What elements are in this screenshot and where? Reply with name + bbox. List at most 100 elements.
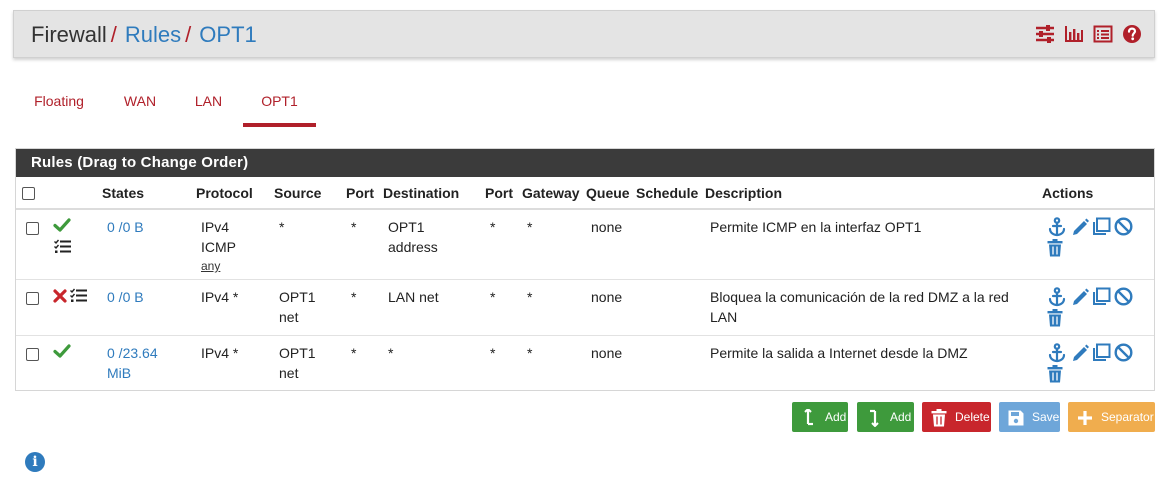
col-actions: Actions (1042, 185, 1094, 201)
protocol: IPv4 * (201, 345, 239, 361)
edit-pencil-icon[interactable] (1071, 217, 1089, 240)
trash-icon[interactable] (1047, 309, 1063, 330)
gateway: * (527, 219, 533, 235)
col-protocol: Protocol (196, 185, 253, 201)
panel-title: Rules (Drag to Change Order) (16, 149, 1154, 177)
description-line2: LAN (710, 309, 738, 325)
copy-icon[interactable] (1092, 287, 1111, 309)
arrow-down-icon (866, 408, 882, 428)
save-button[interactable]: Save (999, 402, 1060, 432)
breadcrumb-opt1-link[interactable]: OPT1 (199, 22, 256, 47)
breadcrumb-firewall: Firewall (31, 22, 107, 47)
block-x-icon[interactable] (53, 289, 67, 306)
table-row[interactable]: 0 /23.64 MiB IPv4 * OPT1 net * * * * non… (16, 336, 1154, 391)
tab-opt1[interactable]: OPT1 (243, 82, 316, 127)
edit-pencil-icon[interactable] (1071, 287, 1089, 310)
bar-chart-icon[interactable] (1064, 24, 1084, 44)
queue: none (591, 345, 623, 361)
source: OPT1 (279, 289, 316, 305)
states-link-line2[interactable]: MiB (107, 363, 131, 383)
table-row[interactable]: 0 /0 B IPv4 ICMP any * * OPT1 address * … (16, 210, 1154, 280)
description: Bloquea la comunicación de la red DMZ a … (710, 289, 1009, 305)
save-label: Save (1032, 410, 1060, 424)
source-line2: net (279, 365, 299, 381)
col-gateway: Gateway (522, 185, 580, 201)
disable-icon[interactable] (1114, 217, 1133, 239)
col-destination: Destination (383, 185, 460, 201)
anchor-icon[interactable] (1047, 287, 1067, 310)
queue: none (591, 289, 623, 305)
icmp-subtype: any (201, 259, 221, 273)
gateway: * (527, 345, 533, 361)
description: Permite la salida a Internet desde la DM… (710, 345, 968, 361)
plus-icon (1077, 408, 1093, 426)
breadcrumb-rules-link[interactable]: Rules (125, 22, 181, 47)
table-row[interactable]: 0 /0 B IPv4 * OPT1 net * LAN net * * non… (16, 280, 1154, 336)
description: Permite ICMP en la interfaz OPT1 (710, 219, 922, 235)
col-schedule: Schedule (636, 185, 699, 201)
tasks-icon[interactable] (54, 239, 72, 258)
add-top-button[interactable]: Add (792, 402, 848, 432)
col-source: Source (274, 185, 322, 201)
row-checkbox[interactable] (26, 292, 39, 305)
states-link[interactable]: 0 /23.64 (107, 343, 158, 363)
rules-panel: Rules (Drag to Change Order) States Prot… (15, 148, 1155, 391)
protocol: IPv4 * (201, 289, 239, 305)
breadcrumb-separator: / (110, 22, 117, 47)
col-source-port: Port (346, 185, 374, 201)
delete-label: Delete (955, 410, 990, 424)
source: OPT1 (279, 345, 316, 361)
breadcrumb: Firewall / Rules / OPT1 (31, 22, 257, 48)
destination: * (388, 345, 394, 361)
header-icons (1035, 24, 1142, 44)
separator-button[interactable]: Separator (1068, 402, 1155, 432)
table-header: States Protocol Source Port Destination … (16, 177, 1154, 210)
breadcrumb-separator: / (185, 22, 192, 47)
states-link[interactable]: 0 /0 B (107, 217, 144, 237)
add-bottom-label: Add (890, 410, 912, 424)
protocol: IPv4 (201, 219, 230, 235)
source-port: * (351, 289, 357, 305)
source-port: * (351, 345, 357, 361)
anchor-icon[interactable] (1047, 217, 1067, 240)
help-icon[interactable] (1122, 24, 1142, 44)
trash-icon (931, 408, 947, 427)
tab-lan[interactable]: LAN (184, 82, 233, 127)
row-checkbox[interactable] (26, 222, 39, 235)
add-top-label: Add (825, 410, 847, 424)
arrow-up-icon (801, 407, 817, 426)
copy-icon[interactable] (1092, 217, 1111, 239)
pass-check-icon[interactable] (53, 217, 71, 236)
source-port: * (351, 219, 357, 235)
trash-icon[interactable] (1047, 239, 1063, 260)
tab-wan[interactable]: WAN (110, 82, 170, 127)
states-link[interactable]: 0 /0 B (107, 287, 144, 307)
pass-check-icon[interactable] (53, 343, 71, 362)
page-header: Firewall / Rules / OPT1 (13, 10, 1155, 58)
tasks-icon[interactable] (70, 288, 88, 307)
destination-port: * (490, 219, 496, 235)
destination: LAN net (388, 289, 439, 305)
source: * (279, 219, 285, 235)
tab-floating[interactable]: Floating (16, 82, 102, 127)
row-checkbox[interactable] (26, 348, 39, 361)
col-description: Description (705, 185, 783, 201)
col-destination-port: Port (485, 185, 513, 201)
separator-label: Separator (1101, 410, 1154, 424)
copy-icon[interactable] (1092, 343, 1111, 365)
disable-icon[interactable] (1114, 287, 1133, 309)
disable-icon[interactable] (1114, 343, 1133, 365)
trash-icon[interactable] (1047, 365, 1063, 386)
list-icon[interactable] (1093, 24, 1113, 44)
destination-port: * (490, 345, 496, 361)
delete-button[interactable]: Delete (922, 402, 991, 432)
sliders-icon[interactable] (1035, 24, 1055, 44)
select-all-checkbox[interactable] (22, 187, 35, 200)
source-line2: net (279, 309, 299, 325)
edit-pencil-icon[interactable] (1071, 343, 1089, 366)
save-disk-icon (1008, 408, 1024, 426)
add-bottom-button[interactable]: Add (857, 402, 914, 432)
info-icon[interactable]: i (25, 452, 45, 472)
anchor-icon[interactable] (1047, 343, 1067, 366)
queue: none (591, 219, 623, 235)
